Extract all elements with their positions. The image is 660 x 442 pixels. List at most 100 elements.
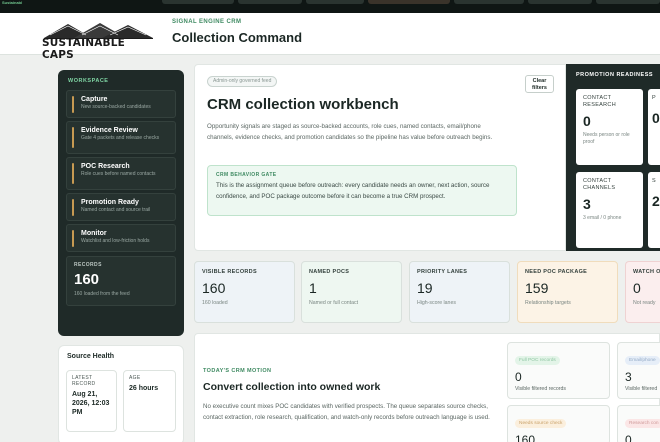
contact-channels-value: 3: [583, 196, 591, 212]
metric-label: PRIORITY LANES: [417, 269, 468, 275]
motion-title: Convert collection into owned work: [203, 381, 381, 393]
clear-filters-button[interactable]: Clear filters: [525, 75, 554, 93]
latest-record-label-2: RECORD: [72, 381, 96, 387]
top-tab-5[interactable]: [454, 0, 524, 4]
motion-card-value: 160: [515, 433, 536, 442]
sidebar-item-title: Monitor: [81, 230, 107, 237]
contact-channels-label: CONTACT CHANNELS: [583, 178, 616, 191]
metric-sub: 160 loaded: [202, 300, 228, 306]
sidebar-item-sub: Gate 4 packets and release checks: [81, 135, 160, 141]
top-tab-1[interactable]: [162, 0, 234, 4]
motion-pill: Full POC records: [515, 356, 560, 365]
records-sub: 160 loaded from the feed: [74, 291, 130, 297]
promotion-heading: PROMOTION READINESS: [576, 72, 654, 78]
contact-channels-card[interactable]: CONTACT CHANNELS 3 3 email / 0 phone: [576, 172, 643, 248]
top-tab-6[interactable]: [528, 0, 592, 4]
motion-pill: Needs source check: [515, 419, 567, 428]
motion-card-value: 0: [625, 433, 632, 442]
top-tab-7[interactable]: [596, 0, 660, 4]
sidebar-item-capture[interactable]: Capture New source-backed candidates: [66, 90, 176, 118]
sidebar-item-sub: New source-backed candidates: [81, 104, 151, 110]
crm-behavior-gate: CRM BEHAVIOR GATE This is the assignment…: [207, 165, 517, 216]
metric-priority-lanes[interactable]: PRIORITY LANES 19 High-score lanes: [409, 261, 510, 323]
motion-card-email-phone[interactable]: Email/phone 3 Visible filtered: [617, 342, 660, 399]
metric-need-poc-package[interactable]: NEED POC PACKAGE 159 Relationship target…: [517, 261, 618, 323]
metric-sub: Not ready: [633, 300, 656, 306]
sidebar-heading: WORKSPACE: [68, 78, 109, 84]
records-label: RECORDS: [74, 262, 102, 268]
metric-label: VISIBLE RECORDS: [202, 269, 257, 275]
source-health-title: Source Health: [67, 353, 115, 360]
metric-label: NEED POC PACKAGE: [525, 269, 588, 275]
motion-eyebrow: TODAY'S CRM MOTION: [203, 368, 272, 374]
motion-card-value: 0: [515, 370, 522, 384]
peek-label: S: [652, 178, 656, 184]
workbench-panel: Admin-only governed feed Clear filters C…: [194, 64, 566, 251]
nav-accent-bar: [72, 127, 74, 148]
metric-label: NAMED POCS: [309, 269, 350, 275]
sidebar-item-monitor[interactable]: Monitor Watchlist and low-friction holds: [66, 224, 176, 252]
nav-accent-bar: [72, 230, 74, 247]
top-tab-3[interactable]: [306, 0, 364, 4]
metric-label: WATCH O: [633, 269, 660, 275]
motion-card-value: 3: [625, 370, 632, 384]
age-value: 26 hours: [129, 385, 159, 392]
logo-text: SUSTAINABLE CAPS: [42, 37, 126, 61]
gate-text: This is the assignment queue before outr…: [216, 182, 490, 200]
metric-value: 19: [417, 280, 433, 296]
metric-value: 0: [633, 280, 641, 296]
metric-sub: High-score lanes: [417, 300, 456, 306]
promotion-readiness-panel: PROMOTION READINESS CONTACT RESEARCH 0 N…: [566, 64, 660, 251]
workbench-description: Opportunity signals are staged as source…: [207, 123, 493, 141]
peek-value: 2: [652, 193, 660, 209]
source-health-panel: Source Health LATEST RECORD Aug 21, 2026…: [58, 345, 184, 442]
motion-pill: Email/phone: [625, 356, 660, 365]
nav-accent-bar: [72, 163, 74, 184]
sustainable-caps-logo[interactable]: SUSTAINABLE CAPS: [42, 21, 155, 61]
motion-card-source-check[interactable]: Needs source check 160: [507, 405, 610, 442]
nav-accent-bar: [72, 96, 74, 113]
contact-research-value: 0: [583, 113, 591, 129]
metric-value: 1: [309, 280, 317, 296]
motion-pill: Research con: [625, 419, 660, 428]
sidebar-item-promotion-ready[interactable]: Promotion Ready Named contact and source…: [66, 193, 176, 221]
gate-label: CRM BEHAVIOR GATE: [216, 172, 277, 178]
top-tab-2[interactable]: [238, 0, 302, 4]
top-strip: Sustainabl: [0, 0, 660, 13]
sidebar-item-poc-research[interactable]: POC Research Role cues before named cont…: [66, 157, 176, 190]
sidebar-item-sub: Role cues before named contacts: [81, 171, 156, 177]
metric-visible-records[interactable]: VISIBLE RECORDS 160 160 loaded: [194, 261, 295, 323]
sidebar-item-title: Capture: [81, 96, 108, 103]
motion-card-sub: Visible filtered: [625, 386, 658, 392]
motion-description: No executive count mixes POC candidates …: [203, 403, 490, 421]
sidebar-item-sub: Named contact and source trail: [81, 207, 151, 213]
records-count: 160: [74, 271, 100, 288]
metric-value: 159: [525, 280, 549, 296]
page-title: Collection Command: [172, 30, 303, 45]
sidebar-item-sub: Watchlist and low-friction holds: [81, 238, 150, 244]
top-brand: Sustainabl: [2, 0, 23, 5]
sidebar-item-title: Evidence Review: [81, 127, 138, 134]
promotion-card-peek-2[interactable]: S 2: [648, 172, 660, 248]
nav-accent-bar: [72, 199, 74, 216]
metric-watch-only[interactable]: WATCH O 0 Not ready: [625, 261, 660, 323]
promotion-card-peek-1[interactable]: P 0: [648, 89, 660, 165]
latest-record-value: Aug 21, 2026, 12:03 PM: [72, 391, 110, 416]
latest-record-card: LATEST RECORD Aug 21, 2026, 12:03 PM: [66, 370, 117, 432]
motion-card-research[interactable]: Research con 0: [617, 405, 660, 442]
records-summary: RECORDS 160 160 loaded from the feed: [66, 256, 176, 306]
contact-research-card[interactable]: CONTACT RESEARCH 0 Needs person or role …: [576, 89, 643, 165]
admin-feed-badge: Admin-only governed feed: [207, 76, 278, 87]
app-eyebrow: SIGNAL ENGINE CRM: [172, 19, 242, 25]
motion-card-full-poc[interactable]: Full POC records 0 Visible filtered reco…: [507, 342, 610, 399]
peek-label: P: [652, 95, 656, 101]
top-tab-4[interactable]: [368, 0, 450, 4]
contact-research-sub: Needs person or role proof: [583, 132, 630, 145]
sidebar-item-evidence-review[interactable]: Evidence Review Gate 4 packets and relea…: [66, 121, 176, 154]
peek-value: 0: [652, 110, 660, 126]
sidebar-item-title: Promotion Ready: [81, 199, 139, 206]
app-header: SUSTAINABLE CAPS SIGNAL ENGINE CRM Colle…: [0, 13, 660, 61]
metric-named-pocs[interactable]: NAMED POCS 1 Named or full contact: [301, 261, 402, 323]
workbench-title: CRM collection workbench: [207, 96, 399, 113]
metric-value: 160: [202, 280, 226, 296]
